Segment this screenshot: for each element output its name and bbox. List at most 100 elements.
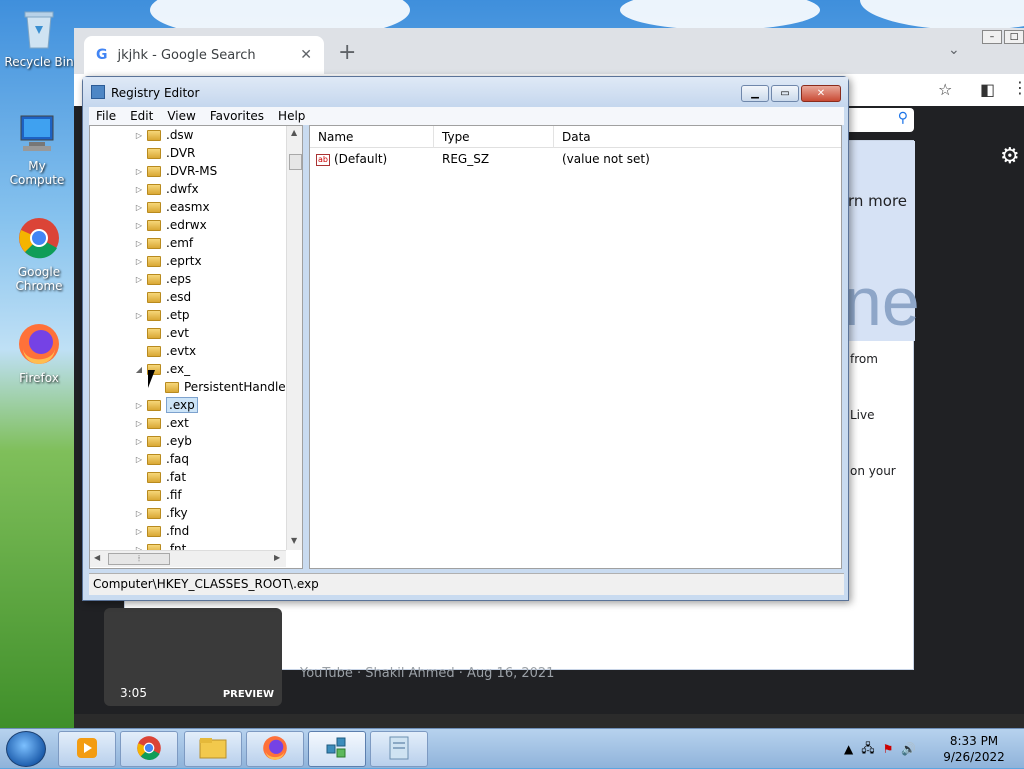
collapse-arrow-icon[interactable]: ◢ <box>134 365 144 374</box>
close-button[interactable]: ✕ <box>801 85 841 102</box>
tree-node[interactable]: .DVR <box>134 144 195 162</box>
folder-icon <box>165 381 179 393</box>
video-duration: 3:05 <box>120 686 147 700</box>
bookmark-star-icon[interactable]: ☆ <box>938 80 952 99</box>
maximize-button[interactable]: □ <box>1004 30 1024 44</box>
network-icon[interactable]: 🖧 <box>861 739 874 760</box>
video-thumbnail[interactable]: 3:05 PREVIEW <box>104 608 282 706</box>
tree-node[interactable]: ▷ .fky <box>134 504 188 522</box>
chrome-horizontal-scrollbar[interactable] <box>74 714 1024 728</box>
tree-node[interactable]: ◢ .ex_ <box>134 360 190 378</box>
tree-node[interactable]: .evt <box>134 324 189 342</box>
expand-arrow-icon[interactable]: ▷ <box>134 437 144 446</box>
tree-node[interactable]: ▷ .emf <box>134 234 193 252</box>
column-header-name[interactable]: Name <box>310 126 434 148</box>
expand-arrow-icon[interactable]: ▷ <box>134 203 144 212</box>
search-box[interactable]: ⚲ <box>844 108 914 132</box>
scroll-thumb[interactable]: ⦙ <box>108 553 170 565</box>
taskbar-firefox[interactable] <box>246 731 304 767</box>
window-titlebar[interactable]: Registry Editor ▁ ▭ ✕ <box>83 77 848 107</box>
desktop-icon-chrome[interactable]: Google Chrome <box>2 216 76 293</box>
chrome-menu-icon[interactable]: ⋮ <box>1012 78 1024 97</box>
action-center-icon[interactable]: ⚑ <box>883 742 894 756</box>
volume-icon[interactable]: 🔊 <box>901 742 916 756</box>
expand-arrow-icon[interactable]: ▷ <box>134 257 144 266</box>
tree-node[interactable]: PersistentHandler <box>152 378 291 396</box>
clock-date: 9/26/2022 <box>943 750 1005 764</box>
firefox-icon <box>2 322 76 369</box>
expand-arrow-icon[interactable]: ▷ <box>134 275 144 284</box>
taskbar-media-player[interactable] <box>58 731 116 767</box>
desktop-icon-recycle-bin[interactable]: Recycle Bin <box>2 6 76 69</box>
result-snippet: on your <box>850 464 896 478</box>
minimize-button[interactable]: – <box>982 30 1002 44</box>
expand-arrow-icon[interactable]: ▷ <box>134 401 144 410</box>
menu-edit[interactable]: Edit <box>123 107 160 125</box>
expand-arrow-icon[interactable]: ▷ <box>134 419 144 428</box>
taskbar-explorer[interactable] <box>184 731 242 767</box>
window-controls: ▁ ▭ ✕ <box>741 85 841 102</box>
column-header-type[interactable]: Type <box>434 126 554 148</box>
tree-node[interactable]: ▷ .eprtx <box>134 252 202 270</box>
tree-node[interactable]: ▷ .dsw <box>134 126 194 144</box>
tree-node[interactable]: ▷ .faq <box>134 450 189 468</box>
tree-node[interactable]: ▷ .etp <box>134 306 190 324</box>
scroll-right-icon[interactable]: ▶ <box>274 553 280 562</box>
scroll-up-icon[interactable]: ▲ <box>291 128 297 137</box>
tree-node[interactable]: .esd <box>134 288 191 306</box>
tree-node[interactable]: ▷ .fnd <box>134 522 189 540</box>
minimize-button[interactable]: ▁ <box>741 85 769 102</box>
expand-arrow-icon[interactable]: ▷ <box>134 239 144 248</box>
tree-node[interactable]: .evtx <box>134 342 196 360</box>
scroll-thumb[interactable] <box>289 154 302 170</box>
tree-node[interactable]: ▷ .dwfx <box>134 180 199 198</box>
settings-gear-icon[interactable]: ⚙ <box>1000 144 1020 169</box>
tree-node[interactable]: .fif <box>134 486 182 504</box>
expand-arrow-icon[interactable]: ▷ <box>134 311 144 320</box>
expand-arrow-icon[interactable]: ▷ <box>134 131 144 140</box>
learn-more-link[interactable]: rn more <box>848 192 907 210</box>
chrome-tab[interactable]: G jkjhk - Google Search ✕ <box>84 36 324 74</box>
taskbar-chrome[interactable] <box>120 731 178 767</box>
menu-favorites[interactable]: Favorites <box>203 107 271 125</box>
expand-arrow-icon[interactable]: ▷ <box>134 167 144 176</box>
show-hidden-icons-icon[interactable]: ▲ <box>844 742 853 756</box>
tree-node[interactable]: ▷ .exp <box>134 396 198 414</box>
tab-search-icon[interactable]: ⌄ <box>948 42 960 58</box>
tree-vertical-scrollbar[interactable]: ▲ ▼ <box>286 126 302 550</box>
tree-node[interactable]: ▷ .easmx <box>134 198 210 216</box>
tree-node[interactable]: ▷ .eyb <box>134 432 192 450</box>
menu-help[interactable]: Help <box>271 107 312 125</box>
tree-node-label: .emf <box>166 236 194 250</box>
expand-arrow-icon[interactable]: ▷ <box>134 509 144 518</box>
tree-node[interactable]: ▷ .eps <box>134 270 191 288</box>
taskbar-document[interactable] <box>370 731 428 767</box>
expand-arrow-icon[interactable]: ▷ <box>134 221 144 230</box>
list-header: Name Type Data <box>310 126 841 148</box>
new-tab-button[interactable]: + <box>338 40 356 65</box>
expand-arrow-icon[interactable]: ▷ <box>134 527 144 536</box>
tree-node-label: .fif <box>166 488 182 502</box>
desktop-icon-firefox[interactable]: Firefox <box>2 322 76 385</box>
scroll-down-icon[interactable]: ▼ <box>291 536 297 545</box>
value-name[interactable]: ab (Default) <box>316 150 436 168</box>
taskbar-regedit[interactable] <box>308 731 366 767</box>
taskbar-clock[interactable]: 8:33 PM 9/26/2022 <box>938 733 1010 765</box>
expand-arrow-icon[interactable]: ▷ <box>134 455 144 464</box>
tree-node[interactable]: ▷ .edrwx <box>134 216 207 234</box>
close-tab-icon[interactable]: ✕ <box>300 47 312 63</box>
expand-arrow-icon[interactable]: ▷ <box>134 185 144 194</box>
desktop-icon-computer[interactable]: My Compute <box>0 114 74 187</box>
scroll-left-icon[interactable]: ◀ <box>94 553 100 562</box>
start-button[interactable] <box>6 731 46 767</box>
menu-file[interactable]: File <box>89 107 123 125</box>
side-panel-icon[interactable]: ◧ <box>980 80 995 99</box>
column-header-data[interactable]: Data <box>554 126 841 148</box>
tree-horizontal-scrollbar[interactable]: ◀ ⦙ ▶ <box>90 550 286 567</box>
search-icon[interactable]: ⚲ <box>898 110 908 126</box>
menu-view[interactable]: View <box>160 107 202 125</box>
maximize-button[interactable]: ▭ <box>771 85 799 102</box>
tree-node[interactable]: ▷ .DVR-MS <box>134 162 217 180</box>
tree-node[interactable]: ▷ .ext <box>134 414 189 432</box>
tree-node[interactable]: .fat <box>134 468 186 486</box>
